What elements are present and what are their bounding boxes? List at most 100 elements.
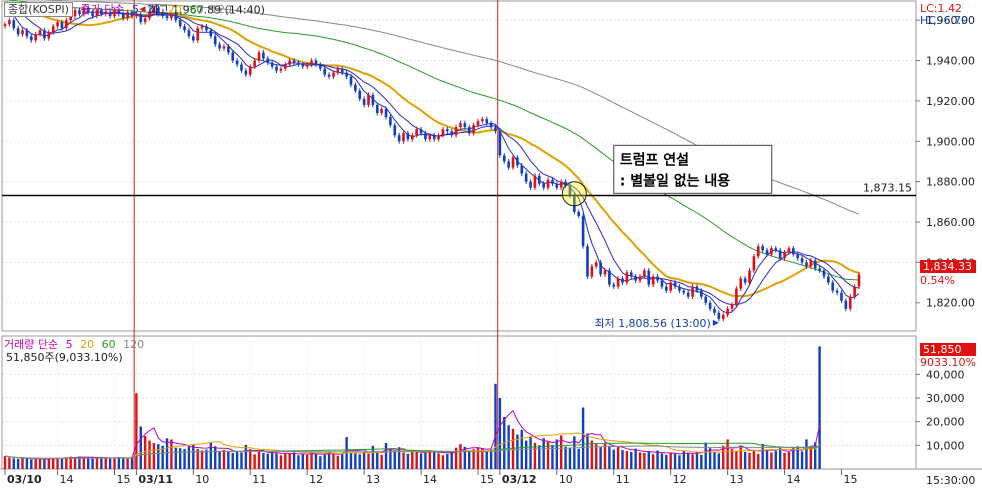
volume-bar (595, 444, 598, 469)
volume-bar (468, 451, 471, 469)
candle-body (362, 98, 366, 105)
candle-body (533, 175, 537, 188)
candle-body (358, 90, 362, 99)
candle-body (529, 181, 532, 188)
time-tick-label: 13 (366, 473, 380, 486)
candle-body (739, 278, 743, 289)
time-tick-label: 15 (116, 473, 130, 486)
volume-bar (463, 446, 467, 469)
volume-bar (743, 451, 747, 469)
candle-body (844, 300, 848, 309)
candle-body (638, 276, 642, 281)
volume-bar (643, 452, 646, 469)
candle-body (787, 248, 791, 253)
candle-body (472, 125, 475, 134)
volume-bar (3, 455, 7, 469)
candle-body (8, 20, 11, 25)
volume-bar (695, 451, 699, 469)
volume-bar (139, 426, 142, 469)
chart-frame (0, 0, 982, 470)
volume-bar (305, 454, 309, 469)
candle-body (375, 104, 379, 114)
volume-bar (367, 453, 370, 469)
candle-body (656, 276, 659, 281)
volume-bar (152, 442, 156, 469)
volume-bar (235, 451, 239, 469)
volume-bar (292, 452, 296, 469)
candle-body (835, 290, 839, 293)
vma-120-label: 120 (123, 338, 145, 351)
candle-body (594, 262, 598, 267)
volume-bar (787, 451, 791, 469)
volume-bar (713, 452, 716, 469)
time-tick-label: 15 (843, 473, 857, 486)
candle-body (586, 246, 589, 277)
candle-body (64, 20, 68, 29)
callout-line1: 트럼프 연설 (620, 152, 689, 168)
volume-bar (341, 454, 344, 469)
candle-body (682, 290, 686, 293)
candle-body (441, 129, 445, 136)
candle-body (559, 181, 563, 188)
volume-bar (117, 457, 121, 469)
volume-bar (358, 454, 361, 469)
volume-bar (524, 440, 528, 469)
volume-bar (262, 452, 265, 469)
candle-body (253, 60, 256, 67)
time-tick-label: 15 (480, 473, 494, 486)
candle-body (218, 44, 221, 49)
candle-body (743, 278, 747, 283)
volume-bar (748, 452, 751, 469)
candle-body (183, 26, 186, 31)
candle-body (476, 121, 480, 126)
candle-body (599, 262, 602, 275)
candle-body (735, 288, 738, 305)
candle-body (371, 94, 375, 105)
candle-body (51, 26, 55, 33)
symbol-label[interactable]: 종합(KOSPI) (4, 2, 73, 17)
candle-body (257, 52, 261, 61)
candle-body (765, 250, 769, 255)
volume-bar (678, 455, 681, 469)
candle-body (262, 52, 265, 59)
candle-body (778, 250, 782, 259)
volume-bar (192, 444, 195, 469)
volume-bar (148, 440, 151, 469)
low-arrow (712, 319, 719, 326)
candle-body (489, 123, 493, 128)
candle-body (511, 157, 515, 168)
candle-body (367, 94, 370, 105)
price-tick-label: 1,900.00 (926, 135, 975, 148)
volume-bar (691, 454, 694, 469)
volume-bar (284, 452, 287, 469)
candle-body (432, 135, 436, 140)
current-change: 0.54% (920, 274, 955, 287)
volume-bar (56, 457, 59, 469)
candle-body (686, 292, 690, 297)
vma-5-label: 5 (65, 338, 73, 351)
volume-bar (441, 455, 445, 469)
volume-bar (30, 459, 33, 469)
volume-bar (130, 456, 134, 469)
stock-chart[interactable]: 1,873.15트럼프 연설: 별볼일 없는 내용최고 1,967.89 (14… (0, 0, 982, 489)
vma-20-label: 20 (80, 338, 95, 351)
candle-body (380, 108, 383, 114)
volume-bar (257, 451, 261, 469)
candle-body (695, 286, 699, 291)
candle-body (29, 36, 33, 41)
volume-tick-label: 30,000 (926, 392, 965, 405)
price-tick-label: 1,920.00 (926, 95, 975, 108)
volume-bar (432, 451, 436, 469)
candle-body (507, 161, 510, 168)
candle-body (402, 133, 405, 142)
volume-bar (686, 452, 690, 469)
candle-body (56, 22, 59, 27)
volume-bar (275, 453, 278, 469)
volume-bar (778, 447, 782, 469)
candle-body (16, 28, 20, 35)
candle-body (800, 258, 804, 263)
candle-body (384, 108, 388, 118)
candle-body (446, 129, 449, 132)
candle-body (410, 135, 414, 140)
candle-body (192, 36, 195, 41)
